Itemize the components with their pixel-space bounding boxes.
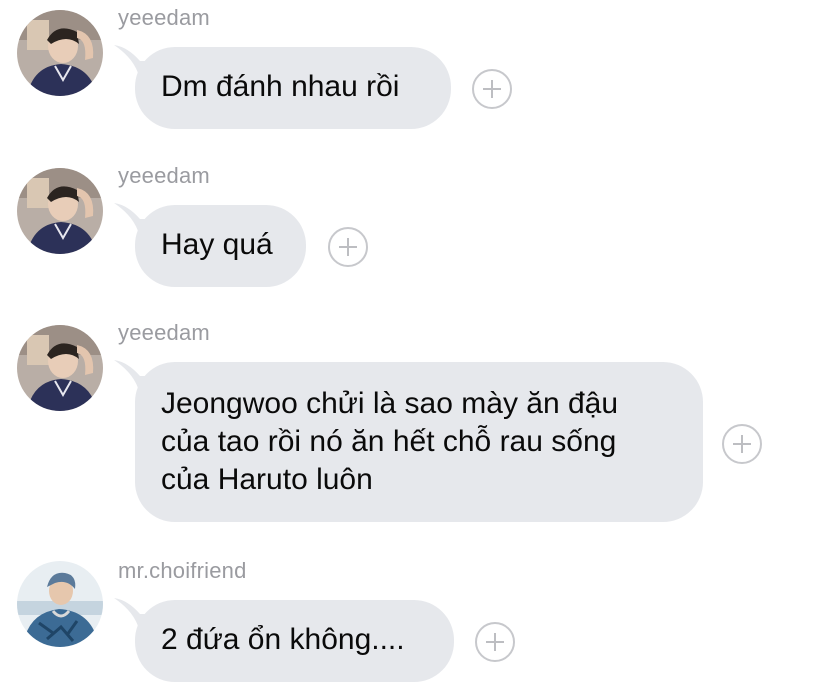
- add-reaction-button[interactable]: [472, 69, 512, 109]
- username[interactable]: yeeedam: [118, 163, 210, 189]
- avatar[interactable]: [17, 10, 103, 96]
- profile-photo-icon: [17, 561, 103, 647]
- profile-photo-icon: [17, 168, 103, 254]
- profile-photo-icon: [17, 325, 103, 411]
- message-row: yeeedam Jeongwoo chửi là sao mày ăn đậu …: [0, 320, 828, 530]
- message-row: yeeedam Hay quá: [0, 163, 828, 293]
- add-reaction-icon-stroke: [347, 238, 349, 256]
- profile-photo-icon: [17, 10, 103, 96]
- avatar[interactable]: [17, 325, 103, 411]
- username[interactable]: yeeedam: [118, 320, 210, 346]
- message-row: yeeedam Dm đánh nhau rồi: [0, 5, 828, 135]
- message-row: mr.choifriend 2 đứa ổn không....: [0, 558, 828, 693]
- message-bubble[interactable]: Jeongwoo chửi là sao mày ăn đậu của tao …: [135, 362, 703, 522]
- username[interactable]: yeeedam: [118, 5, 210, 31]
- message-bubble[interactable]: Dm đánh nhau rồi: [135, 47, 451, 129]
- username[interactable]: mr.choifriend: [118, 558, 247, 584]
- avatar[interactable]: [17, 168, 103, 254]
- add-reaction-button[interactable]: [475, 622, 515, 662]
- message-bubble[interactable]: Hay quá: [135, 205, 306, 287]
- avatar[interactable]: [17, 561, 103, 647]
- add-reaction-button[interactable]: [328, 227, 368, 267]
- add-reaction-icon-stroke: [491, 80, 493, 98]
- message-bubble[interactable]: 2 đứa ổn không....: [135, 600, 454, 682]
- add-reaction-button[interactable]: [722, 424, 762, 464]
- add-reaction-icon-stroke: [494, 633, 496, 651]
- add-reaction-icon-stroke: [741, 435, 743, 453]
